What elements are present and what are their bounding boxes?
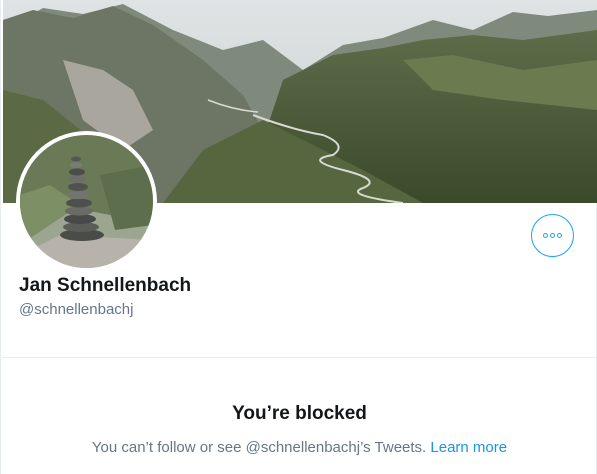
avatar-image [20,135,153,268]
profile-name: Jan Schnellenbach [19,275,192,296]
blocked-message-handle: @schnellenbachj [245,439,361,456]
profile-avatar[interactable] [16,131,157,272]
more-horizontal-icon [543,233,562,238]
blocked-message-suffix: ’s Tweets. [360,439,431,456]
blocked-title: You’re blocked [232,403,367,424]
blocked-message: You can’t follow or see @schnellenbachj’… [1,439,597,456]
more-options-button[interactable] [531,214,574,257]
profile-page: Jan Schnellenbach @schnellenbachj You’re… [0,0,597,474]
learn-more-link[interactable]: Learn more [430,439,507,456]
profile-handle: @schnellenbachj [19,301,134,318]
divider [3,357,597,358]
blocked-message-prefix: You can’t follow or see [91,439,246,456]
